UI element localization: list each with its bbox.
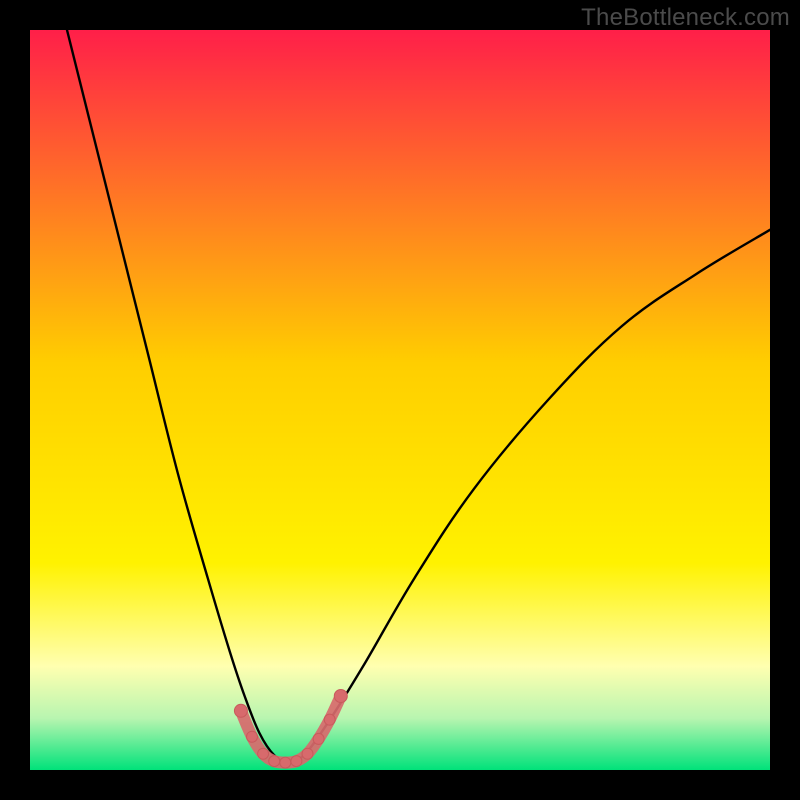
outer-frame: TheBottleneck.com <box>0 0 800 800</box>
bottleneck-chart <box>30 30 770 770</box>
marker-dot <box>313 733 324 744</box>
marker-dot <box>302 748 313 759</box>
marker-dot <box>234 704 247 717</box>
gradient-background <box>30 30 770 770</box>
marker-dot <box>334 690 347 703</box>
marker-dot <box>280 757 291 768</box>
marker-dot <box>269 756 280 767</box>
marker-dot <box>291 756 302 767</box>
marker-dot <box>258 748 269 759</box>
marker-dot <box>324 714 335 725</box>
plot-area <box>30 30 770 770</box>
marker-dot <box>247 731 258 742</box>
watermark-text: TheBottleneck.com <box>581 4 790 32</box>
